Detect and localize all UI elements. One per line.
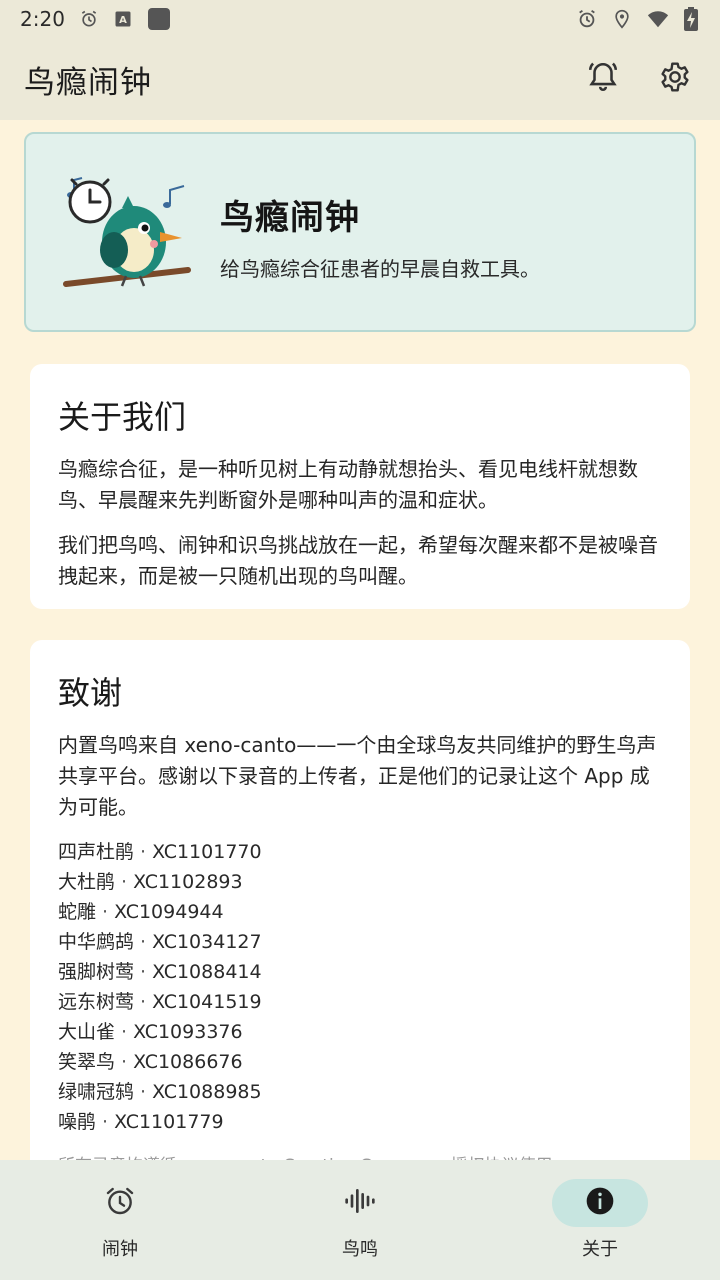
credit-recording-id: XC1086676	[133, 1051, 243, 1073]
about-paragraph-2: 我们把鸟鸣、闹钟和识鸟挑战放在一起，希望每次醒来都不是被噪音拽起来，而是被一只随…	[58, 533, 658, 588]
credit-separator: ·	[102, 1111, 109, 1133]
hero-subtitle: 给鸟瘾综合征患者的早晨自救工具。	[220, 257, 540, 281]
credit-bird-name: 强脚树莺	[58, 961, 135, 983]
credit-bird-name: 绿啸冠鸫	[58, 1081, 135, 1103]
credit-recording-id: XC1101770	[152, 841, 262, 863]
battery-charging-icon	[684, 7, 698, 31]
notification-bell-button[interactable]	[576, 52, 630, 106]
credit-bird-name: 中华鹧鸪	[58, 931, 135, 953]
status-time: 2:20	[20, 7, 65, 31]
credit-item: 四声杜鹃 · XC1101770	[58, 837, 662, 867]
settings-gear-icon	[659, 61, 691, 97]
nav-pill-birdsong[interactable]	[312, 1179, 408, 1227]
app-bar: 鸟瘾闹钟	[0, 38, 720, 120]
credit-bird-name: 噪鹃	[58, 1111, 97, 1133]
about-paragraph-1: 鸟瘾综合征，是一种听见树上有动静就想抬头、看见电线杆就想数鸟、早晨醒来先判断窗外…	[58, 457, 638, 512]
nav-pill-about-active[interactable]	[552, 1179, 648, 1227]
credit-separator: ·	[140, 961, 147, 983]
acknowledgements-intro: 内置鸟鸣来自 xeno-canto——一个由全球鸟友共同维护的野生鸟声共享平台。…	[58, 733, 657, 819]
hero-card: 鸟瘾闹钟 给鸟瘾综合征患者的早晨自救工具。	[24, 132, 696, 332]
credit-bird-name: 大山雀	[58, 1021, 116, 1043]
credit-separator: ·	[121, 1051, 128, 1073]
notification-bell-icon	[586, 60, 620, 98]
credit-recording-id: XC1102893	[133, 871, 243, 893]
credit-item: 噪鹃 · XC1101779	[58, 1107, 662, 1137]
license-note: 所有录音均遵循 xeno-canto Creative Commons 授权协议…	[58, 1151, 662, 1160]
nav-item-about[interactable]: 关于	[480, 1179, 720, 1261]
credit-bird-name: 四声杜鹃	[58, 841, 135, 863]
nav-item-birdsong[interactable]: 鸟鸣	[240, 1179, 480, 1261]
status-bar: 2:20 A	[0, 0, 720, 38]
credit-separator: ·	[140, 1081, 147, 1103]
alarm-icon	[576, 8, 598, 30]
credit-item: 绿啸冠鸫 · XC1088985	[58, 1077, 662, 1107]
location-icon	[612, 8, 632, 30]
credit-item: 大杜鹃 · XC1102893	[58, 867, 662, 897]
nav-label-about: 关于	[582, 1239, 618, 1260]
about-us-card: 关于我们 鸟瘾综合征，是一种听见树上有动静就想抬头、看见电线杆就想数鸟、早晨醒来…	[30, 364, 690, 609]
credit-recording-id: XC1101779	[114, 1111, 224, 1133]
credit-recording-id: XC1088985	[152, 1081, 262, 1103]
settings-button[interactable]	[648, 52, 702, 106]
sound-wave-icon	[344, 1185, 376, 1221]
credit-recording-id: XC1094944	[114, 901, 224, 923]
recording-credit-list: 四声杜鹃 · XC1101770 大杜鹃 · XC1102893 蛇雕 · XC109494…	[58, 837, 662, 1137]
credit-recording-id: XC1041519	[152, 991, 262, 1013]
credit-recording-id: XC1088414	[152, 961, 262, 983]
credit-item: 蛇雕 · XC1094944	[58, 897, 662, 927]
about-us-heading: 关于我们	[58, 398, 187, 436]
credit-separator: ·	[102, 901, 109, 923]
credit-recording-id: XC1093376	[133, 1021, 243, 1043]
credit-recording-id: XC1034127	[152, 931, 262, 953]
credit-item: 强脚树莺 · XC1088414	[58, 957, 662, 987]
bottom-navigation: 闹钟 鸟鸣 关于	[0, 1160, 720, 1280]
credit-bird-name: 远东树莺	[58, 991, 135, 1013]
credit-bird-name: 笑翠鸟	[58, 1051, 116, 1073]
acknowledgements-card: 致谢 内置鸟鸣来自 xeno-canto——一个由全球鸟友共同维护的野生鸟声共享…	[30, 640, 690, 1160]
credit-item: 远东树莺 · XC1041519	[58, 987, 662, 1017]
credit-bird-name: 蛇雕	[58, 901, 97, 923]
alarm-icon	[79, 9, 99, 29]
font-icon: A	[113, 9, 133, 29]
credit-item: 大山雀 · XC1093376	[58, 1017, 662, 1047]
app-title: 鸟瘾闹钟	[24, 64, 152, 101]
credit-item: 中华鹧鸪 · XC1034127	[58, 927, 662, 957]
nav-label-birdsong: 鸟鸣	[342, 1239, 378, 1260]
alarm-clock-icon	[104, 1185, 136, 1221]
credit-separator: ·	[140, 991, 147, 1013]
acknowledgements-heading: 致谢	[58, 674, 123, 712]
app-square-icon	[147, 7, 171, 31]
bird-clock-illustration	[62, 172, 192, 292]
credit-separator: ·	[140, 841, 147, 863]
credit-separator: ·	[121, 871, 128, 893]
nav-label-alarm: 闹钟	[102, 1239, 138, 1260]
hero-title: 鸟瘾闹钟	[220, 198, 360, 238]
credit-separator: ·	[121, 1021, 128, 1043]
info-icon	[584, 1185, 616, 1221]
nav-pill-alarm[interactable]	[72, 1179, 168, 1227]
about-page-content[interactable]: 鸟瘾闹钟 给鸟瘾综合征患者的早晨自救工具。 关于我们 鸟瘾综合征，是一种听见树上…	[0, 120, 720, 1160]
wifi-icon	[646, 8, 670, 30]
credit-separator: ·	[140, 931, 147, 953]
nav-item-alarm[interactable]: 闹钟	[0, 1179, 240, 1261]
credit-bird-name: 大杜鹃	[58, 871, 116, 893]
credit-item: 笑翠鸟 · XC1086676	[58, 1047, 662, 1077]
svg-text:A: A	[119, 15, 127, 26]
